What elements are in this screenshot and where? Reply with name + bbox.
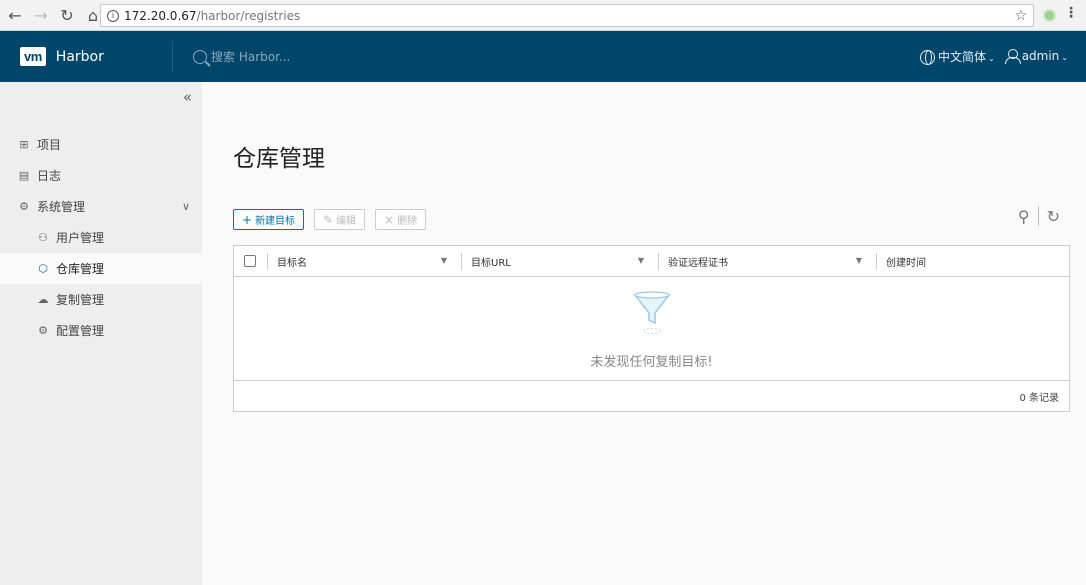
forward-arrow-icon[interactable]: → <box>32 0 50 31</box>
header-actions: 中文简体 ⌄ admin ⌄ <box>919 31 1068 82</box>
logs-icon: ▤ <box>18 169 30 182</box>
chevron-down-icon[interactable]: ∨ <box>182 200 190 213</box>
address-bar[interactable]: i 172.20.0.67/harbor/registries ☆ <box>100 4 1034 27</box>
sidebar-item-logs[interactable]: ▤ 日志 <box>0 160 202 191</box>
config-icon: ⚙ <box>38 324 48 337</box>
browser-menu-icon[interactable]: ⋮ <box>1064 5 1078 21</box>
column-header[interactable]: 目标名 ▼ <box>267 252 461 270</box>
divider <box>1037 206 1039 226</box>
registry-icon: ⬡ <box>38 262 48 275</box>
reload-icon[interactable]: ↻ <box>58 0 76 31</box>
info-icon[interactable]: i <box>107 9 119 22</box>
sidebar-item-projects[interactable]: ⊞ 项目 <box>0 129 202 160</box>
globe-icon <box>919 50 935 65</box>
replication-icon: ☁ <box>37 293 49 306</box>
sidebar-item-replication[interactable]: ☁ 复制管理 <box>0 284 202 315</box>
column-header[interactable]: 创建时间 <box>876 252 1069 270</box>
users-icon: ⚇ <box>38 231 48 244</box>
plus-icon: + <box>242 212 253 227</box>
sidebar-item-label: 仓库管理 <box>56 262 105 276</box>
language-dropdown[interactable]: 中文简体 ⌄ <box>919 48 995 65</box>
search-input[interactable]: 搜索 Harbor... <box>211 48 290 65</box>
column-label: 验证远程证书 <box>668 257 728 269</box>
delete-button[interactable]: × 删除 <box>375 209 427 230</box>
language-label: 中文简体 <box>937 50 986 64</box>
close-icon: × <box>384 212 395 227</box>
sidebar-item-label: 项目 <box>37 138 62 152</box>
funnel-icon <box>632 291 671 334</box>
sidebar-item-administration[interactable]: ⚙ 系统管理 ∨ <box>0 191 202 222</box>
sidebar-item-label: 系统管理 <box>37 200 86 214</box>
collapse-sidebar-icon[interactable]: « <box>183 88 192 106</box>
brand-area[interactable]: vm Harbor <box>0 41 173 72</box>
extension-icon[interactable] <box>1043 9 1056 22</box>
column-label: 目标名 <box>277 257 307 269</box>
refresh-icon[interactable]: ↻ <box>1047 207 1060 226</box>
grid-tools: ⚲ ↻ <box>1018 206 1060 226</box>
filter-icon[interactable]: ▼ <box>441 256 447 265</box>
brand-title: Harbor <box>55 48 104 65</box>
column-label: 创建时间 <box>886 257 926 269</box>
search-icon[interactable]: ⚲ <box>1018 207 1030 226</box>
table-footer: 0 条记录 <box>234 381 1069 411</box>
edit-button[interactable]: ✎ 编辑 <box>314 209 366 230</box>
global-search[interactable]: 搜索 Harbor... <box>193 48 290 65</box>
user-dropdown[interactable]: admin ⌄ <box>1004 49 1068 64</box>
user-icon <box>1004 49 1021 64</box>
column-header[interactable]: 验证远程证书 ▼ <box>658 252 876 270</box>
toolbar: + 新建目标 ✎ 编辑 × 删除 <box>233 209 427 230</box>
browser-toolbar: ← → ↻ ⌂ i 172.20.0.67/harbor/registries … <box>0 0 1086 31</box>
url-path: /harbor/registries <box>196 8 301 23</box>
new-target-label: 新建目标 <box>255 216 296 227</box>
chevron-down-icon: ⌄ <box>987 54 995 63</box>
sidebar-item-label: 日志 <box>37 169 62 183</box>
page-title: 仓库管理 <box>233 146 325 172</box>
empty-message: 未发现任何复制目标! <box>590 355 713 370</box>
new-target-button[interactable]: + 新建目标 <box>233 209 305 230</box>
app-header: vm Harbor 搜索 Harbor... 中文简体 ⌄ admin ⌄ <box>0 31 1086 82</box>
sidebar-item-registries[interactable]: ⬡ 仓库管理 <box>0 253 202 284</box>
filter-icon[interactable]: ▼ <box>638 256 644 265</box>
sidebar: « ⊞ 项目 ▤ 日志 ⚙ 系统管理 ∨ ⚇ 用户管理 ⬡ 仓库管理 ☁ 复制管… <box>0 82 202 585</box>
sidebar-item-configuration[interactable]: ⚙ 配置管理 <box>0 315 202 346</box>
empty-state: 未发现任何复制目标! <box>234 277 1069 381</box>
column-header[interactable]: 目标URL ▼ <box>461 252 658 270</box>
projects-icon: ⊞ <box>19 138 29 151</box>
column-label: 目标URL <box>471 257 511 269</box>
delete-label: 删除 <box>397 216 418 227</box>
main-content: 仓库管理 + 新建目标 ✎ 编辑 × 删除 ⚲ ↻ 目标名 ▼ 目标URL ▼ … <box>202 82 1086 585</box>
url-host: 172.20.0.67 <box>124 8 197 23</box>
sidebar-item-label: 用户管理 <box>56 231 105 245</box>
sidebar-item-users[interactable]: ⚇ 用户管理 <box>0 222 202 253</box>
sidebar-item-label: 复制管理 <box>56 293 105 307</box>
select-all-checkbox[interactable] <box>244 255 256 267</box>
back-arrow-icon[interactable]: ← <box>6 0 24 31</box>
registry-table: 目标名 ▼ 目标URL ▼ 验证远程证书 ▼ 创建时间 未发现任何复制目标! 0… <box>233 245 1070 412</box>
pencil-icon: ✎ <box>323 212 334 227</box>
bookmark-star-icon[interactable]: ☆ <box>1014 8 1027 24</box>
filter-icon[interactable]: ▼ <box>856 256 862 265</box>
sidebar-item-label: 配置管理 <box>56 324 105 338</box>
search-icon <box>193 49 207 64</box>
record-count: 0 条记录 <box>1019 392 1059 404</box>
vmware-logo: vm <box>20 47 46 66</box>
table-header: 目标名 ▼ 目标URL ▼ 验证远程证书 ▼ 创建时间 <box>234 246 1069 277</box>
user-name: admin <box>1021 49 1060 63</box>
admin-icon: ⚙ <box>19 200 29 213</box>
chevron-down-icon: ⌄ <box>1061 53 1068 62</box>
edit-label: 编辑 <box>336 216 357 227</box>
